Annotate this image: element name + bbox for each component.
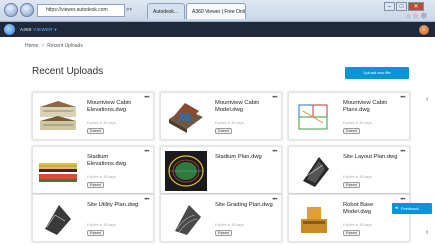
expiry-text: Expires in 30 days xyxy=(215,121,244,125)
file-name[interactable]: Site Utility Plan.dwg xyxy=(87,202,145,209)
file-card[interactable]: Site Layout Plan.dwg ••• Expires in 30 d… xyxy=(288,146,410,194)
scroll-down-icon[interactable]: › xyxy=(426,229,428,236)
breadcrumb-separator: > xyxy=(41,43,45,49)
browser-titlebar: https://viewer.autodesk.com ⌕▾ Autodesk.… xyxy=(0,0,435,22)
feedback-button[interactable]: ◂ Feedback xyxy=(392,203,432,214)
minimize-button[interactable]: – xyxy=(384,2,395,11)
expiry-text: Expires in 30 days xyxy=(87,223,116,227)
file-card[interactable]: Mountview Cabin Plans.dwg ••• Expires in… xyxy=(288,92,410,140)
file-thumbnail[interactable] xyxy=(37,151,79,191)
expiry-text: Expires in 30 days xyxy=(343,175,372,179)
more-options-icon[interactable]: ••• xyxy=(272,95,277,101)
more-options-icon[interactable]: ••• xyxy=(144,95,149,101)
extend-button[interactable]: Extend xyxy=(215,128,232,134)
avatar[interactable] xyxy=(419,25,429,35)
more-options-icon[interactable]: ••• xyxy=(144,197,149,203)
more-options-icon[interactable]: ••• xyxy=(272,149,277,155)
back-icon[interactable] xyxy=(4,3,18,17)
file-name[interactable]: Stadium Elevations.dwg xyxy=(87,154,145,167)
file-thumbnail[interactable] xyxy=(37,97,79,137)
expiry-text: Expires in 30 days xyxy=(87,121,116,125)
file-thumbnail[interactable] xyxy=(293,97,335,137)
more-options-icon[interactable]: ••• xyxy=(400,95,405,101)
extend-button[interactable]: Extend xyxy=(343,230,360,236)
extend-button[interactable]: Extend xyxy=(87,230,104,236)
app-brand[interactable]: A360 VIEWER ▾ xyxy=(20,22,57,37)
file-card[interactable]: Mountview Cabin Elevations.dwg ••• Expir… xyxy=(32,92,154,140)
forward-icon[interactable] xyxy=(20,3,34,17)
file-thumbnail[interactable] xyxy=(165,151,207,191)
a360-logo-icon[interactable] xyxy=(4,24,15,35)
file-name[interactable]: Mountview Cabin Elevations.dwg xyxy=(87,100,145,113)
scroll-up-icon[interactable]: ‹ xyxy=(426,96,428,103)
extend-button[interactable]: Extend xyxy=(215,230,232,236)
megaphone-icon: ◂ xyxy=(395,205,398,211)
chevron-down-icon: ▾ xyxy=(54,27,57,32)
page-title: Recent Uploads xyxy=(32,66,104,77)
file-name[interactable]: Site Layout Plan.dwg xyxy=(343,154,401,161)
more-options-icon[interactable]: ••• xyxy=(272,197,277,203)
file-card[interactable]: Stadium Plan.dwg ••• xyxy=(160,146,282,194)
file-card[interactable]: Site Utility Plan.dwg ••• Expires in 30 … xyxy=(32,194,154,242)
file-card[interactable]: Mountview Cabin Model.dwg ••• Expires in… xyxy=(160,92,282,140)
breadcrumb-home[interactable]: Home xyxy=(25,43,38,49)
more-options-icon[interactable]: ••• xyxy=(144,149,149,155)
file-card[interactable]: Stadium Elevations.dwg ••• Expires in 30… xyxy=(32,146,154,194)
extend-button[interactable]: Extend xyxy=(87,182,104,188)
extend-button[interactable]: Extend xyxy=(343,182,360,188)
file-name[interactable]: Mountview Cabin Plans.dwg xyxy=(343,100,401,113)
close-button[interactable]: ✕ xyxy=(408,2,424,11)
expiry-text: Expires in 30 days xyxy=(87,175,116,179)
brand-main: A360 xyxy=(20,27,32,32)
file-thumbnail[interactable] xyxy=(293,151,335,191)
file-thumbnail[interactable] xyxy=(293,199,335,239)
breadcrumb: Home > Recent Uploads xyxy=(25,43,83,49)
file-card[interactable]: Site Grading Plan.dwg ••• Expires in 30 … xyxy=(160,194,282,242)
breadcrumb-current: Recent Uploads xyxy=(47,43,83,49)
more-options-icon[interactable]: ••• xyxy=(400,149,405,155)
extend-button[interactable]: Extend xyxy=(87,128,104,134)
scrollbar[interactable]: ‹ › xyxy=(426,76,433,246)
file-thumbnail[interactable] xyxy=(37,199,79,239)
file-name[interactable]: Mountview Cabin Model.dwg xyxy=(215,100,273,113)
file-thumbnail[interactable] xyxy=(165,199,207,239)
expiry-text: Expires in 30 days xyxy=(343,121,372,125)
upload-new-file-button[interactable]: Upload new file xyxy=(345,67,409,79)
file-name[interactable]: Stadium Plan.dwg xyxy=(215,154,273,161)
address-tools-icon[interactable]: ⌕▾ xyxy=(126,4,144,17)
file-card[interactable]: Robot Base Model.dwg ••• Expires in 30 d… xyxy=(288,194,410,242)
expiry-text: Expires in 30 days xyxy=(343,223,372,227)
feedback-label: Feedback xyxy=(401,206,419,211)
maximize-button[interactable]: □ xyxy=(396,2,407,11)
file-name[interactable]: Site Grading Plan.dwg xyxy=(215,202,273,209)
tab-a360-viewer[interactable]: A360 Viewer | Free Online R... xyxy=(186,3,246,19)
app-header: A360 VIEWER ▾ xyxy=(0,22,435,37)
tab-autodesk[interactable]: Autodesk... xyxy=(147,3,185,19)
address-bar[interactable]: https://viewer.autodesk.com xyxy=(37,4,125,17)
brand-accent: VIEWER xyxy=(33,27,53,32)
expiry-text: Expires in 30 days xyxy=(215,223,244,227)
browser-tools-icons[interactable]: ⌂☆⚙ xyxy=(406,12,429,20)
extend-button[interactable]: Extend xyxy=(343,128,360,134)
file-thumbnail[interactable] xyxy=(165,97,207,137)
